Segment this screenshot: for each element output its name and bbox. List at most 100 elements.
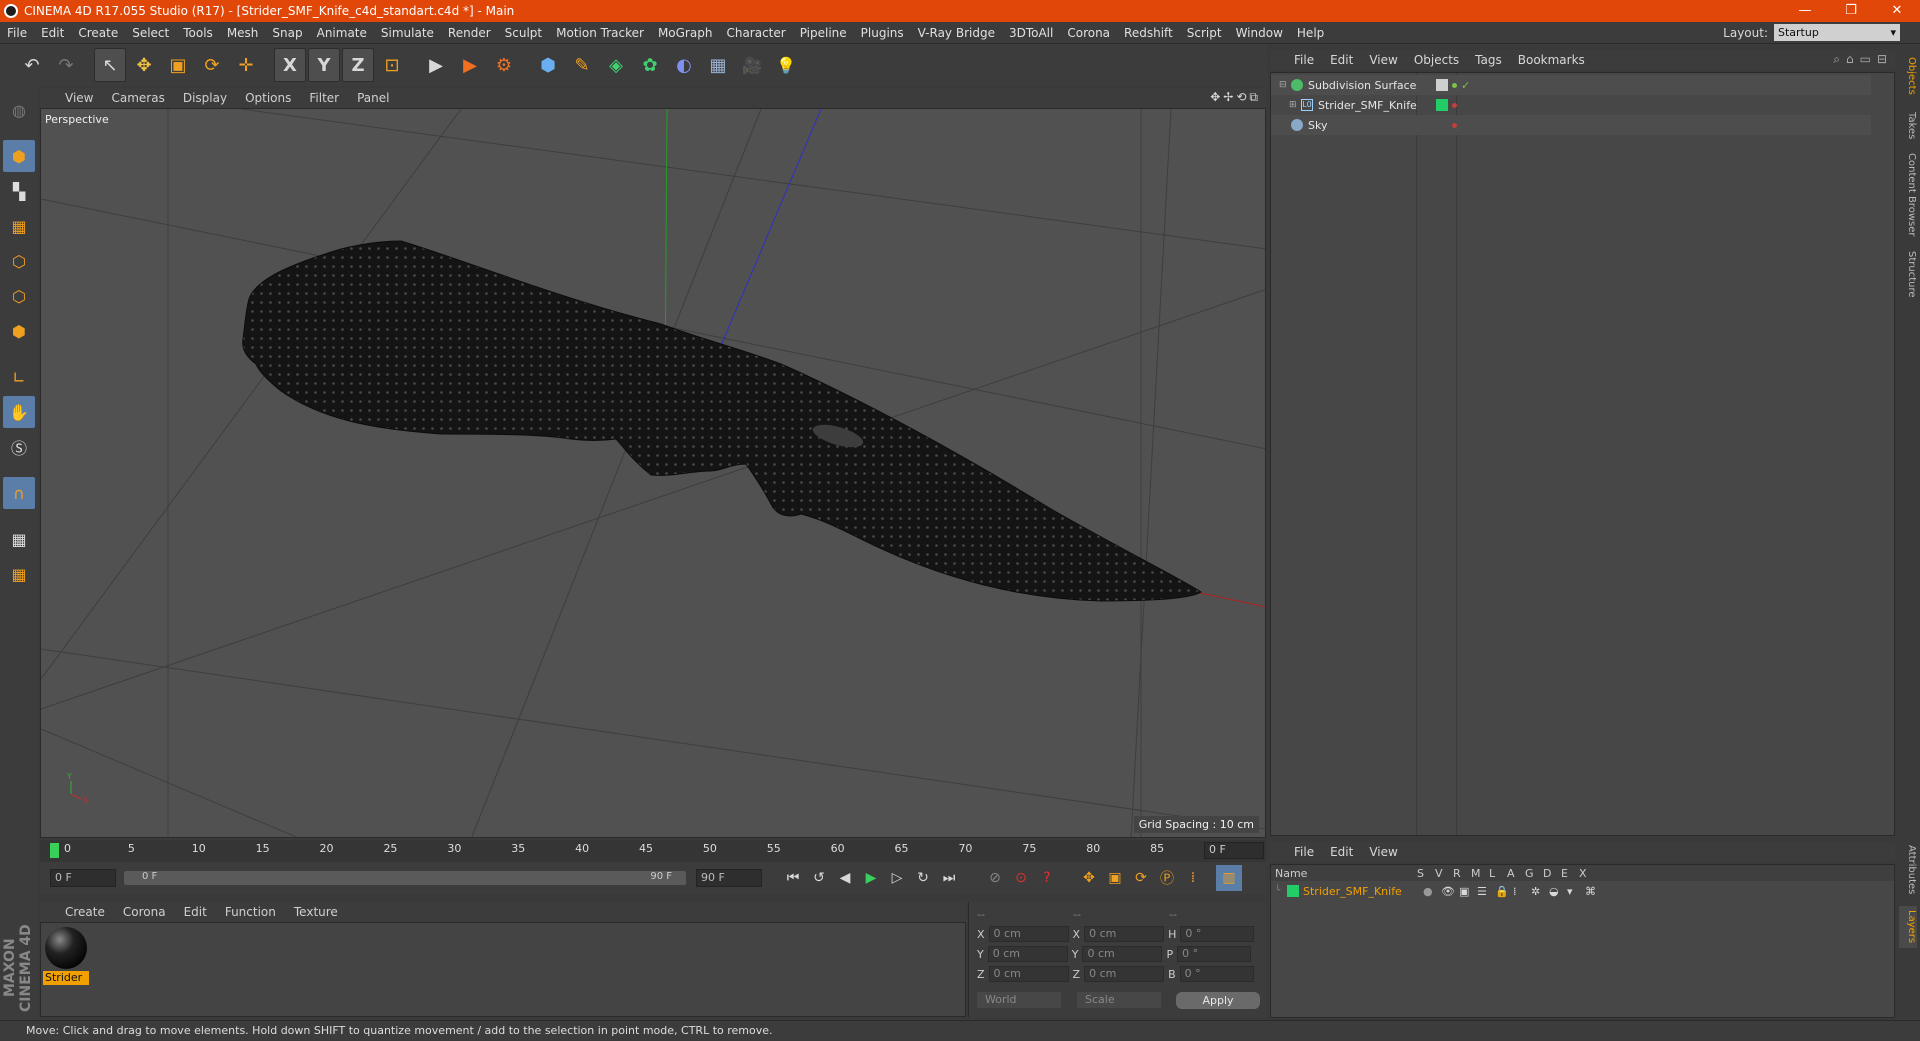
layer-name[interactable]: Strider_SMF_Knife: [1303, 885, 1423, 898]
previous-frame-icon[interactable]: ◀: [832, 865, 858, 891]
layer-menu-edit[interactable]: Edit: [1322, 845, 1361, 859]
y-axis-button[interactable]: Y: [308, 48, 340, 82]
render-picture-viewer-button[interactable]: ▶: [454, 48, 486, 82]
menu-file[interactable]: File: [0, 26, 34, 40]
menu-3dtoall[interactable]: 3DToAll: [1002, 26, 1060, 40]
close-button[interactable]: ✕: [1874, 0, 1920, 22]
object-menu-objects[interactable]: Objects: [1406, 53, 1467, 67]
menu-character[interactable]: Character: [719, 26, 792, 40]
maximize-button[interactable]: ❐: [1828, 0, 1874, 22]
deformer-button[interactable]: ◐: [668, 48, 700, 82]
object-menu-file[interactable]: File: [1286, 53, 1322, 67]
orbit-icon[interactable]: ⟲: [1236, 90, 1246, 105]
viewport-menu-cameras[interactable]: Cameras: [102, 91, 173, 105]
tab-takes[interactable]: Takes: [1899, 106, 1917, 146]
size-mode-dropdown[interactable]: Scale: [1077, 992, 1161, 1008]
generators-toggle-icon[interactable]: ✲: [1531, 885, 1549, 898]
x-axis-button[interactable]: X: [274, 48, 306, 82]
texture-mode-icon[interactable]: ▚: [3, 175, 35, 207]
material-name-label[interactable]: Strider: [43, 971, 89, 985]
menu-select[interactable]: Select: [125, 26, 176, 40]
layer-menu-file[interactable]: File: [1286, 845, 1322, 859]
render-settings-button[interactable]: ⚙: [488, 48, 520, 82]
frame-range-slider[interactable]: 0 F 90 F: [124, 871, 686, 885]
deformers-toggle-icon[interactable]: ◒: [1549, 885, 1567, 898]
menu-create[interactable]: Create: [71, 26, 125, 40]
viewport-menu-filter[interactable]: Filter: [300, 91, 348, 105]
go-to-start-icon[interactable]: ⏮: [780, 865, 806, 891]
key-scale-icon[interactable]: ▣: [1102, 865, 1128, 891]
record-keys-icon[interactable]: ⊘: [982, 865, 1008, 891]
tab-structure[interactable]: Structure: [1899, 246, 1917, 302]
key-position-icon[interactable]: ✥: [1076, 865, 1102, 891]
menu-corona[interactable]: Corona: [1060, 26, 1117, 40]
animation-toggle-icon[interactable]: ⁞: [1513, 885, 1531, 898]
keyframe-selection-icon[interactable]: ?: [1034, 865, 1060, 891]
expand-icon[interactable]: ⊟: [1877, 52, 1887, 67]
menu-mesh[interactable]: Mesh: [220, 26, 266, 40]
previous-key-icon[interactable]: ↺: [806, 865, 832, 891]
go-to-end-icon[interactable]: ⏭: [936, 865, 962, 891]
menu-motion-tracker[interactable]: Motion Tracker: [549, 26, 651, 40]
axis-mode-icon[interactable]: ∟: [3, 361, 35, 393]
menu-redshift[interactable]: Redshift: [1117, 26, 1180, 40]
menu-pipeline[interactable]: Pipeline: [793, 26, 854, 40]
menu-script[interactable]: Script: [1180, 26, 1229, 40]
size-y-field[interactable]: 0 cm: [1082, 946, 1163, 962]
menu-help[interactable]: Help: [1290, 26, 1331, 40]
planar-workplane-icon[interactable]: ▦: [3, 558, 35, 590]
undo-button[interactable]: ↶: [16, 48, 48, 82]
perspective-viewport[interactable]: Y X Perspective Grid Spacing : 10 cm: [40, 108, 1266, 838]
current-frame-field[interactable]: 0 F: [1204, 842, 1264, 859]
layer-row[interactable]: └ Strider_SMF_Knife ● 👁 ▣ ☰ 🔒 ⁞ ✲ ◒ ▾ ⌘: [1271, 883, 1894, 899]
new-view-icon[interactable]: ▭: [1860, 52, 1871, 67]
cube-object-button[interactable]: ⬢: [532, 48, 564, 82]
material-menu-create[interactable]: Create: [56, 905, 114, 919]
knife-model[interactable]: [242, 240, 1202, 602]
object-row-subdivision-surface[interactable]: ⊟ Subdivision Surface ✓: [1271, 75, 1871, 95]
z-axis-button[interactable]: Z: [342, 48, 374, 82]
tab-layers[interactable]: Layers: [1899, 906, 1917, 948]
material-menu-texture[interactable]: Texture: [285, 905, 347, 919]
solo-mode-icon[interactable]: Ⓢ: [3, 431, 35, 463]
viewport-menu-options[interactable]: Options: [236, 91, 300, 105]
key-pla-icon[interactable]: ⁞: [1180, 865, 1206, 891]
menu-render[interactable]: Render: [441, 26, 498, 40]
rotation-b-field[interactable]: 0 °: [1179, 966, 1254, 982]
tweak-mode-icon[interactable]: ✋: [3, 396, 35, 428]
size-x-field[interactable]: 0 cm: [1084, 926, 1165, 942]
tab-attributes[interactable]: Attributes: [1899, 842, 1917, 898]
timeline-toggle-icon[interactable]: ▥: [1216, 865, 1242, 891]
subdivision-surface-button[interactable]: ◈: [600, 48, 632, 82]
menu-sculpt[interactable]: Sculpt: [498, 26, 549, 40]
viewport-menu-view[interactable]: View: [56, 91, 102, 105]
expand-child-icon[interactable]: ⊞: [1289, 100, 1301, 110]
object-menu-tags[interactable]: Tags: [1467, 53, 1510, 67]
model-mode-icon[interactable]: ⬢: [3, 140, 35, 172]
visibility-editor-dot[interactable]: [1452, 122, 1457, 128]
key-parameter-icon[interactable]: Ⓟ: [1154, 865, 1180, 891]
coordinate-system-button[interactable]: ⊡: [376, 48, 408, 82]
toggle-view-icon[interactable]: ⧉: [1249, 90, 1258, 105]
redo-button[interactable]: ↷: [50, 48, 82, 82]
menu-plugins[interactable]: Plugins: [854, 26, 911, 40]
material-preview-sphere[interactable]: [45, 927, 87, 969]
tab-objects[interactable]: Objects: [1899, 54, 1917, 98]
position-z-field[interactable]: 0 cm: [988, 966, 1069, 982]
menu-simulate[interactable]: Simulate: [374, 26, 441, 40]
key-rotation-icon[interactable]: ⟳: [1128, 865, 1154, 891]
size-z-field[interactable]: 0 cm: [1084, 966, 1165, 982]
next-frame-icon[interactable]: ▷: [884, 865, 910, 891]
layer-menu-view[interactable]: View: [1361, 845, 1405, 859]
workplane-mode-icon[interactable]: ▦: [3, 210, 35, 242]
visibility-editor-dot[interactable]: [1452, 82, 1457, 88]
menu-snap[interactable]: Snap: [265, 26, 309, 40]
viewport-menu-panel[interactable]: Panel: [348, 91, 398, 105]
end-frame-field[interactable]: 90 F: [696, 869, 762, 887]
lock-toggle-icon[interactable]: 🔒: [1495, 885, 1513, 898]
play-icon[interactable]: ▶: [858, 865, 884, 891]
search-icon[interactable]: ⌕: [1833, 52, 1840, 67]
next-key-icon[interactable]: ↻: [910, 865, 936, 891]
view-toggle-icon[interactable]: 👁: [1441, 885, 1459, 898]
coord-mode-dropdown[interactable]: World: [977, 992, 1061, 1008]
